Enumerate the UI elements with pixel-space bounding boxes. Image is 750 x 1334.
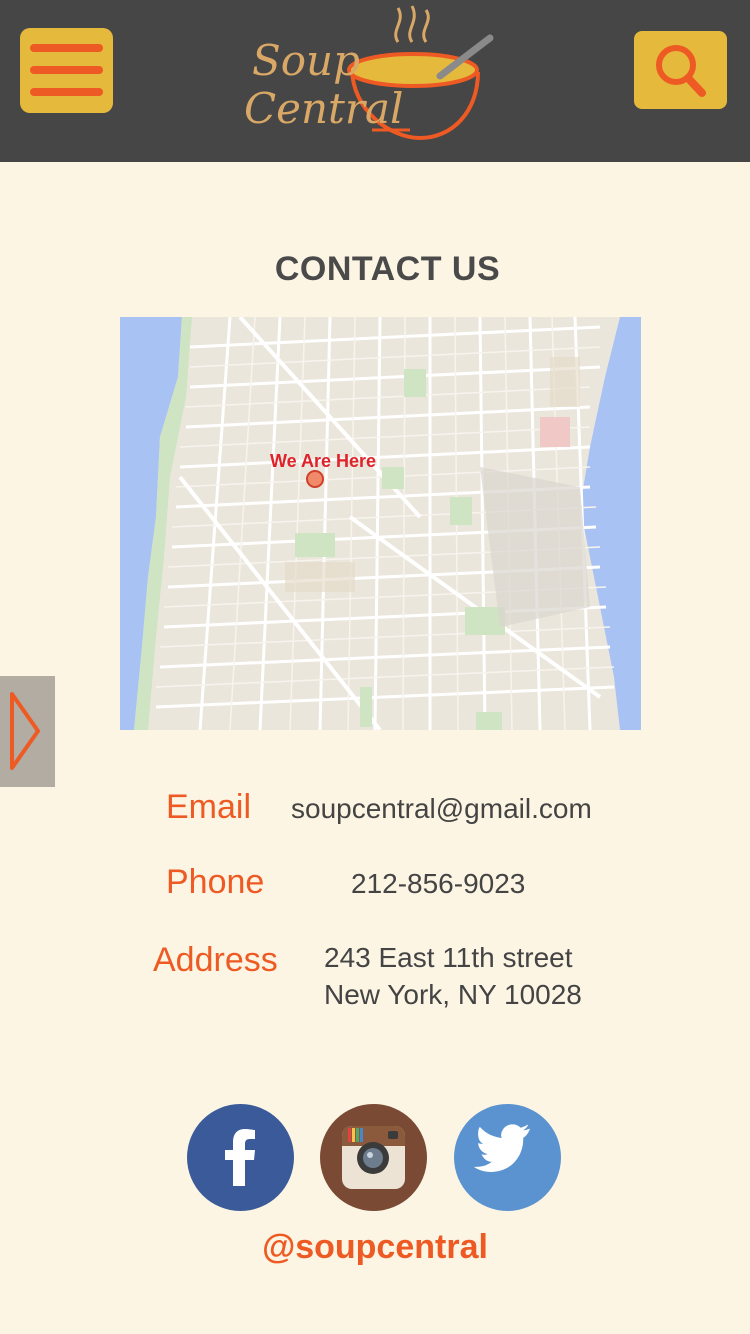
facebook-icon — [225, 1129, 255, 1186]
email-value[interactable]: soupcentral@gmail.com — [291, 793, 592, 825]
address-line1: 243 East 11th street — [324, 942, 573, 973]
location-map[interactable]: We Are Here — [120, 317, 641, 730]
address-label: Address — [153, 941, 278, 979]
logo-text-line1: Soup — [252, 36, 360, 85]
address-line2: New York, NY 10028 — [324, 979, 582, 1010]
chevron-right-icon — [10, 692, 40, 770]
search-button[interactable] — [634, 31, 727, 109]
social-handle[interactable]: @soupcentral — [0, 1228, 750, 1267]
app-header: Soup Central — [0, 0, 750, 162]
email-label: Email — [166, 788, 252, 826]
page-title: CONTACT US — [274, 250, 501, 288]
twitter-button[interactable] — [454, 1104, 561, 1211]
facebook-button[interactable] — [187, 1104, 294, 1211]
phone-value[interactable]: 212-856-9023 — [351, 868, 525, 900]
phone-label: Phone — [166, 863, 265, 901]
instagram-button[interactable] — [320, 1104, 427, 1211]
menu-button[interactable] — [20, 28, 113, 113]
map-marker-label: We Are Here — [270, 451, 377, 471]
twitter-icon — [473, 1124, 530, 1172]
map-image — [120, 317, 641, 730]
soup-central-logo[interactable]: Soup Central — [240, 0, 500, 150]
search-icon — [656, 45, 706, 97]
instagram-icon — [342, 1126, 405, 1189]
logo-text-line2: Central — [244, 84, 404, 133]
side-drawer-tab[interactable] — [0, 676, 55, 787]
